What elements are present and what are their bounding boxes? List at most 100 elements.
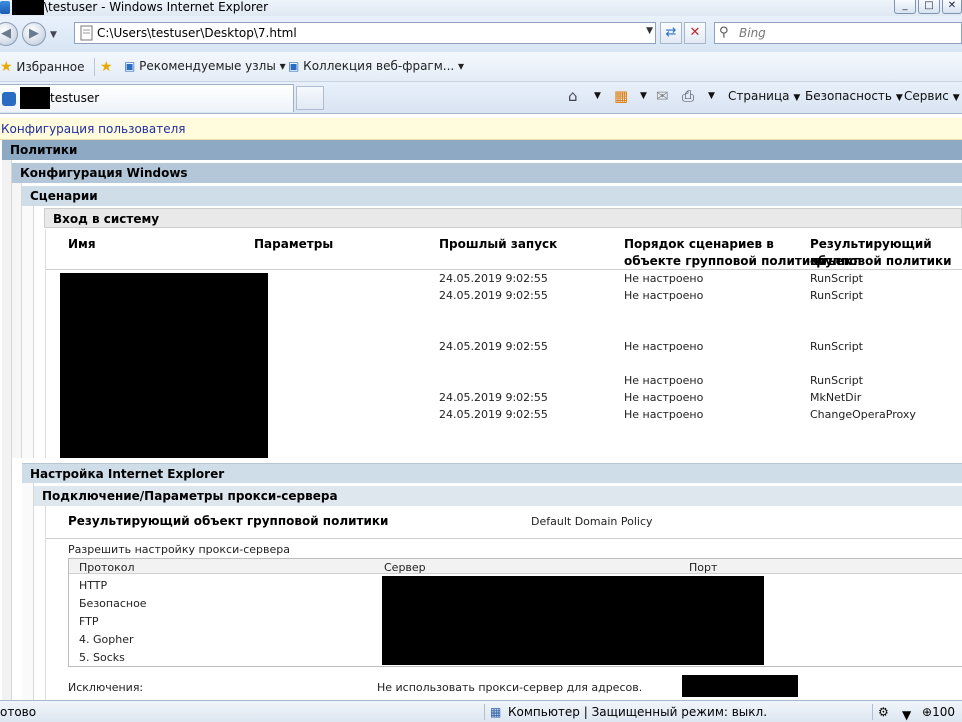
tab-command-bar: testuser ⌂ ▼ ▦ ▼ ✉ ⎙ ▼ Страница ▼ Безопа… bbox=[0, 82, 962, 114]
gpo-value: Default Domain Policy bbox=[531, 515, 653, 528]
col-params: Параметры bbox=[254, 237, 334, 251]
proxy-table-header bbox=[69, 559, 962, 574]
print-dropdown-icon[interactable]: ▼ bbox=[708, 91, 715, 101]
safety-menu[interactable]: Безопасность ▼ bbox=[805, 89, 903, 103]
indent-column bbox=[22, 206, 34, 458]
protocol-http: HTTP bbox=[79, 579, 108, 592]
row1-order: Не настроено bbox=[624, 272, 704, 285]
ie-page-icon: ▣ bbox=[288, 59, 300, 73]
feeds-dropdown-icon[interactable]: ▼ bbox=[640, 91, 647, 101]
page-content: Конфигурация пользователя Политики Конфи… bbox=[0, 114, 962, 700]
row5-last-run: 24.05.2019 9:02:55 bbox=[439, 391, 548, 404]
ie-page-icon: ▣ bbox=[124, 59, 136, 73]
redacted-block bbox=[20, 87, 50, 109]
new-tab-button[interactable] bbox=[296, 86, 324, 110]
security-zone-text[interactable]: Компьютер | Защищенный режим: выкл. bbox=[508, 705, 767, 719]
section-scripts[interactable]: Сценарии bbox=[22, 186, 962, 206]
add-to-favorites-icon[interactable]: ★ bbox=[100, 59, 113, 75]
tab-title: testuser bbox=[50, 91, 100, 105]
report-header: Конфигурация пользователя bbox=[0, 118, 962, 140]
row6-gpo: ChangeOperaProxy bbox=[810, 408, 916, 421]
row3-last-run: 24.05.2019 9:02:55 bbox=[439, 340, 548, 353]
zoom-control[interactable]: ⊕100 bbox=[922, 705, 955, 719]
favorites-label: Избранное bbox=[16, 60, 85, 74]
row6-last-run: 24.05.2019 9:02:55 bbox=[439, 408, 548, 421]
web-slice-gallery-link[interactable]: ▣ Коллекция веб-фрагм... ▾ bbox=[288, 59, 464, 73]
row5-order: Не настроено bbox=[624, 391, 704, 404]
search-icon: ⚲ bbox=[719, 25, 729, 40]
print-icon[interactable]: ⎙ bbox=[682, 87, 694, 105]
window-title: \testuser - Windows Internet Explorer bbox=[44, 0, 269, 14]
recent-pages-icon[interactable]: ▼ bbox=[50, 30, 57, 40]
feeds-icon[interactable]: ▦ bbox=[614, 87, 628, 105]
row2-order: Не настроено bbox=[624, 289, 704, 302]
tools-menu-label: Сервис bbox=[904, 89, 949, 103]
section-ie-settings[interactable]: Настройка Internet Explorer bbox=[22, 463, 962, 483]
row6-order: Не настроено bbox=[624, 408, 704, 421]
row5-gpo: MkNetDir bbox=[810, 391, 862, 404]
status-text: отово bbox=[0, 705, 37, 719]
maximize-button[interactable]: □ bbox=[918, 0, 940, 14]
indent-column bbox=[22, 483, 34, 700]
zoom-level: 100 bbox=[932, 705, 955, 719]
navigation-bar: ◀ ▶ ▼ C:\Users\testuser\Desktop\7.html ▼… bbox=[0, 16, 962, 52]
indent-column bbox=[34, 229, 46, 458]
page-icon bbox=[79, 25, 95, 41]
section-windows-config[interactable]: Конфигурация Windows bbox=[12, 163, 962, 183]
col-name: Имя bbox=[68, 237, 96, 251]
refresh-icon[interactable]: ⇄ bbox=[660, 22, 682, 44]
row3-order: Не настроено bbox=[624, 340, 704, 353]
gpo-label: Результирующий объект групповой политики bbox=[68, 514, 389, 528]
address-dropdown-icon[interactable]: ▼ bbox=[646, 26, 653, 36]
favorites-button[interactable]: ★ Избранное bbox=[0, 59, 85, 75]
search-box[interactable]: ⚲ Bing bbox=[714, 22, 962, 44]
close-window-button[interactable]: ✕ bbox=[942, 0, 962, 14]
protected-mode-dropdown-icon[interactable]: ▼ bbox=[902, 708, 911, 722]
address-box[interactable]: C:\Users\testuser\Desktop\7.html ▼ bbox=[74, 22, 656, 44]
row1-last-run: 24.05.2019 9:02:55 bbox=[439, 272, 548, 285]
section-policies[interactable]: Политики bbox=[2, 140, 962, 160]
address-input[interactable]: C:\Users\testuser\Desktop\7.html bbox=[97, 26, 297, 40]
web-slice-gallery-label: Коллекция веб-фрагм... ▾ bbox=[303, 59, 465, 73]
back-button[interactable]: ◀ bbox=[0, 22, 18, 46]
protocol-gopher: 4. Gopher bbox=[79, 633, 134, 646]
redacted-block bbox=[12, 0, 44, 15]
row4-gpo: RunScript bbox=[810, 374, 863, 387]
col-port: Порт bbox=[689, 561, 718, 574]
page-menu[interactable]: Страница ▼ bbox=[728, 89, 800, 103]
redacted-block bbox=[60, 273, 268, 458]
active-tab[interactable]: testuser bbox=[0, 84, 294, 112]
col-last-run: Прошлый запуск bbox=[439, 237, 558, 251]
suggested-sites-link[interactable]: ▣ Рекомендуемые узлы ▾ bbox=[124, 59, 286, 73]
minimize-button[interactable]: _ bbox=[894, 0, 916, 14]
tools-menu[interactable]: Сервис ▼ bbox=[904, 89, 960, 103]
ie-tab-icon bbox=[2, 92, 16, 106]
section-logon[interactable]: Вход в систему bbox=[44, 208, 962, 228]
indent-column bbox=[12, 183, 22, 458]
allow-proxy-label: Разрешить настройку прокси-сервера bbox=[68, 543, 290, 556]
home-dropdown-icon[interactable]: ▼ bbox=[594, 91, 601, 101]
row3-gpo: RunScript bbox=[810, 340, 863, 353]
protocol-secure: Безопасное bbox=[79, 597, 147, 610]
status-bar: отово ▦ Компьютер | Защищенный режим: вы… bbox=[0, 700, 962, 722]
row1-gpo: RunScript bbox=[810, 272, 863, 285]
section-proxy[interactable]: Подключение/Параметры прокси-сервера bbox=[34, 486, 962, 506]
star-icon: ★ bbox=[0, 59, 13, 75]
col-server: Сервер bbox=[384, 561, 426, 574]
protected-mode-icon[interactable]: ⚙ bbox=[878, 705, 889, 719]
forward-button[interactable]: ▶ bbox=[22, 22, 46, 46]
report-title: Конфигурация пользователя bbox=[1, 122, 186, 136]
col-order-line2: объекте групповой политики bbox=[624, 254, 827, 268]
redacted-block bbox=[682, 675, 798, 697]
indent-column bbox=[2, 160, 12, 700]
separator bbox=[94, 58, 95, 76]
search-input[interactable]: Bing bbox=[739, 26, 766, 40]
mail-icon[interactable]: ✉ bbox=[656, 87, 669, 105]
home-icon[interactable]: ⌂ bbox=[568, 87, 578, 105]
stop-icon[interactable]: ✕ bbox=[684, 22, 706, 44]
title-bar: \testuser - Windows Internet Explorer _ … bbox=[0, 0, 962, 16]
exceptions-value: Не использовать прокси-сервер для адресо… bbox=[377, 681, 643, 694]
computer-zone-icon: ▦ bbox=[490, 705, 502, 719]
separator bbox=[872, 704, 873, 720]
indent-column bbox=[34, 506, 46, 700]
